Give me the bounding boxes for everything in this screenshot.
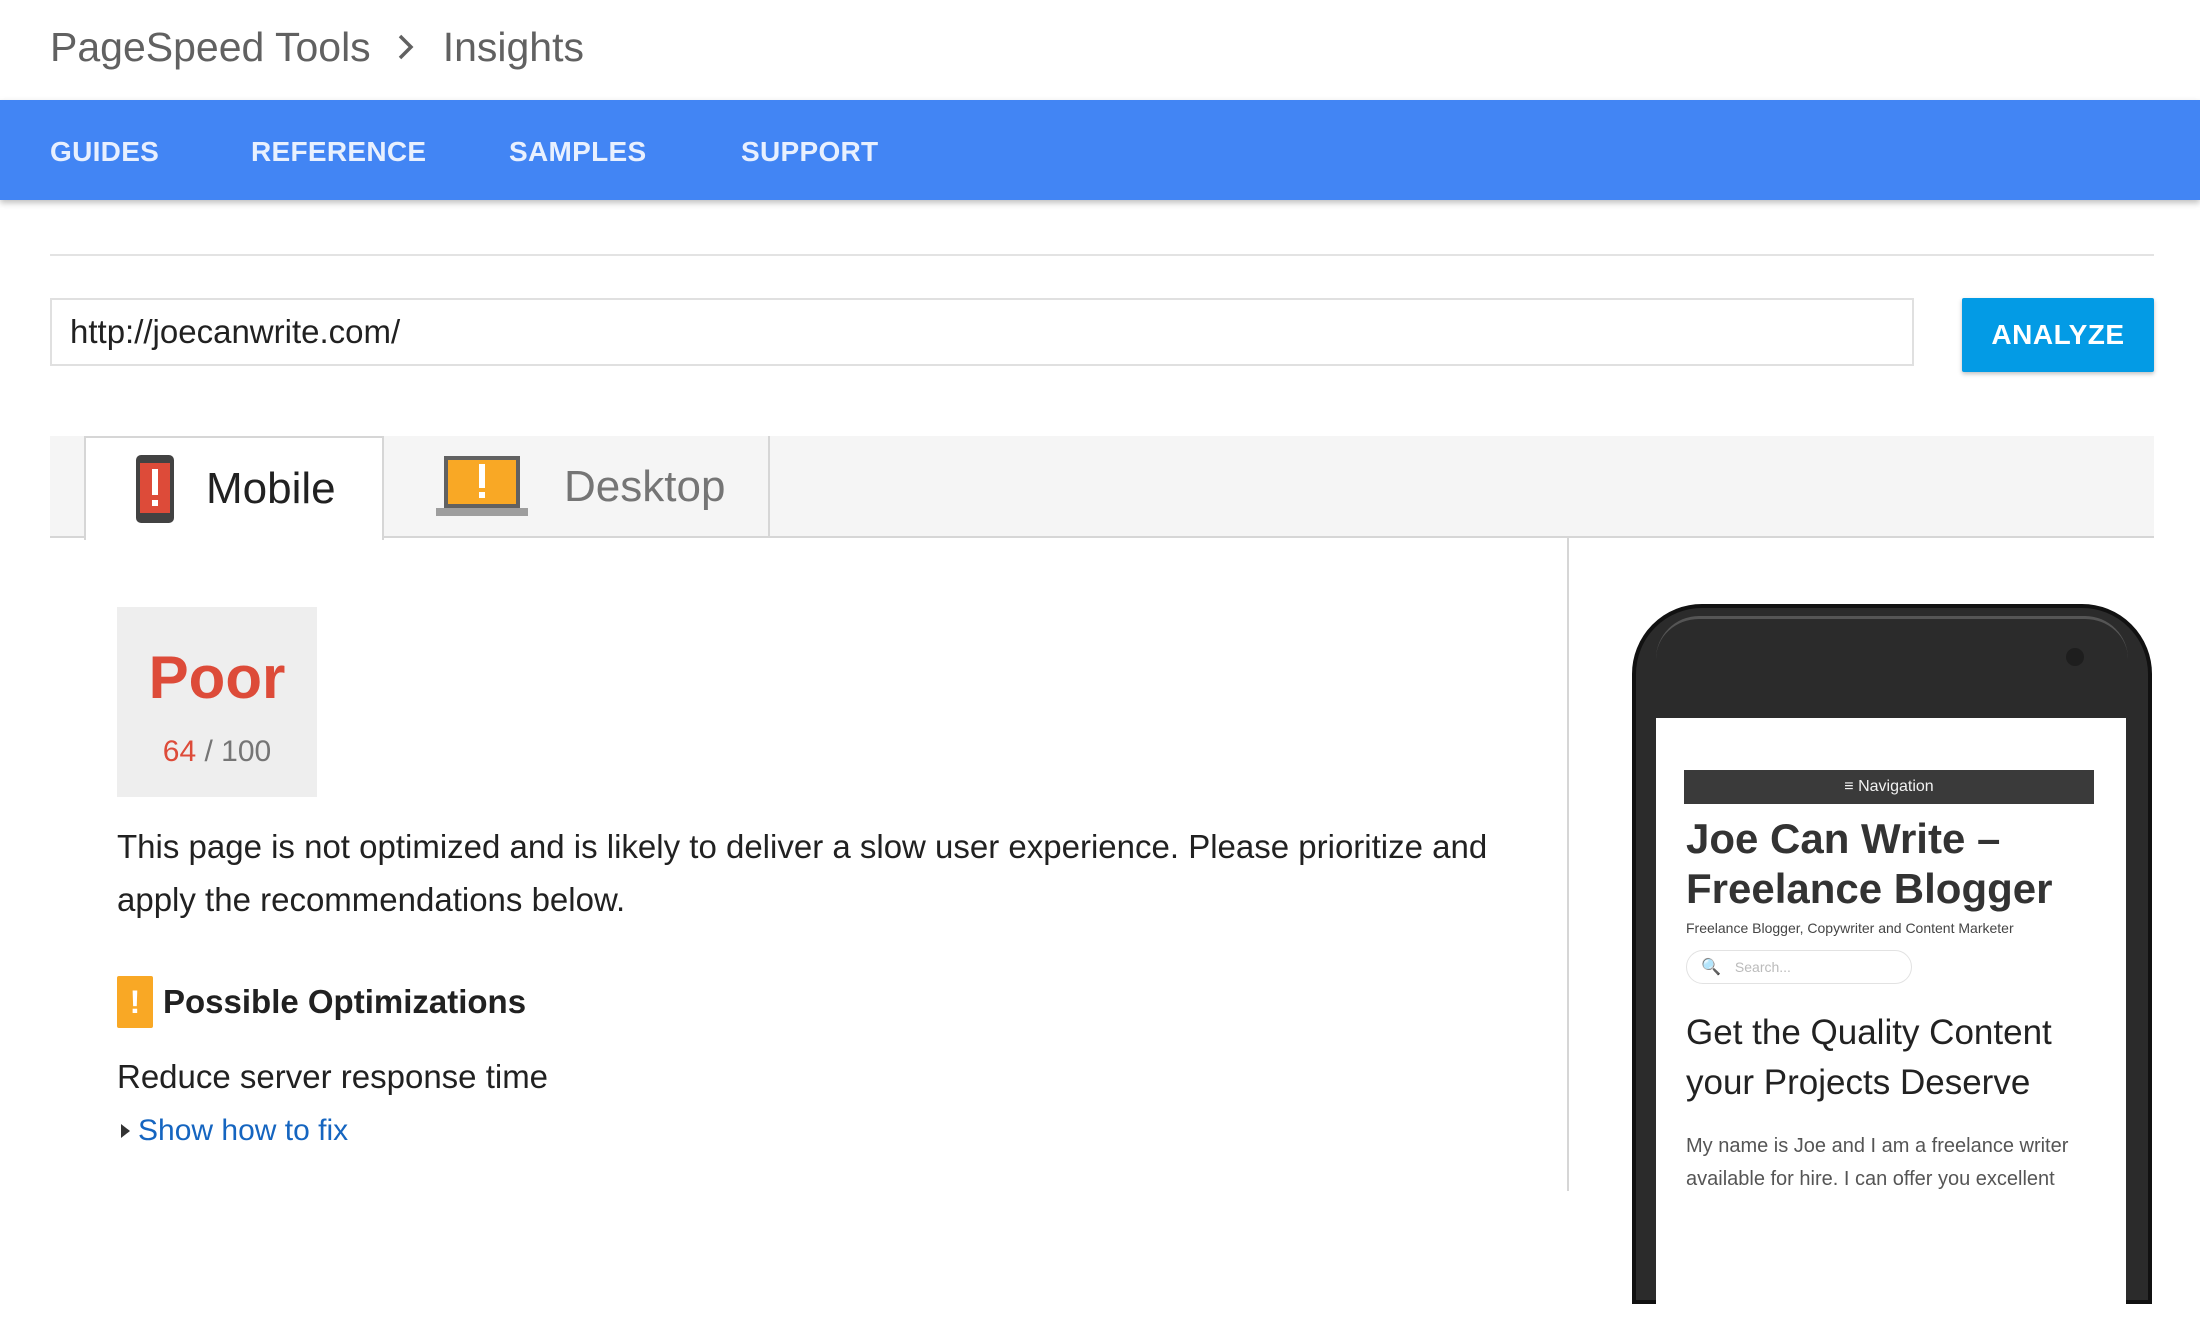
main-nav: GUIDES REFERENCE SAMPLES SUPPORT bbox=[0, 100, 2200, 200]
score-max: / 100 bbox=[204, 735, 272, 768]
chevron-right-icon bbox=[397, 24, 415, 71]
top-bar: PageSpeed Tools Insights bbox=[0, 0, 2200, 100]
tab-desktop-label: Desktop bbox=[564, 462, 726, 511]
breadcrumb-parent-link[interactable]: PageSpeed Tools bbox=[50, 24, 371, 71]
warning-icon: ! bbox=[117, 976, 153, 1028]
score-rating: Poor bbox=[148, 644, 286, 711]
nav-guides[interactable]: GUIDES bbox=[50, 136, 159, 168]
laptop-warning-icon bbox=[434, 454, 530, 520]
camera-icon bbox=[2066, 648, 2084, 666]
tab-mobile[interactable]: Mobile bbox=[84, 436, 384, 540]
optimizations-header: ! Possible Optimizations bbox=[117, 976, 526, 1028]
preview-body: My name is Joe and I am a freelance writ… bbox=[1686, 1135, 2069, 1190]
nav-support[interactable]: SUPPORT bbox=[741, 136, 878, 168]
preview-tagline: Freelance Blogger, Copywriter and Conten… bbox=[1686, 920, 2014, 936]
score-card: Poor 64 / 100 bbox=[117, 607, 317, 797]
column-divider bbox=[1567, 538, 1569, 1191]
preview-search-placeholder: Search... bbox=[1734, 959, 1791, 975]
show-how-to-fix-label: Show how to fix bbox=[138, 1114, 349, 1147]
optimization-item: Reduce server response time bbox=[117, 1058, 549, 1095]
url-input[interactable]: http://joecanwrite.com/ bbox=[50, 298, 1914, 366]
search-icon: 🔍 bbox=[1701, 959, 1721, 976]
preview-site-title: Joe Can Write – Freelance Blogger bbox=[1686, 815, 2053, 912]
show-how-to-fix-link[interactable]: Show how to fix bbox=[117, 1114, 348, 1148]
tab-mobile-label: Mobile bbox=[206, 464, 336, 513]
preview-navigation: ≡ Navigation bbox=[1684, 770, 2094, 804]
divider bbox=[50, 254, 2154, 256]
nav-reference[interactable]: REFERENCE bbox=[251, 136, 426, 168]
analyze-button[interactable]: ANALYZE bbox=[1962, 298, 2154, 372]
triangle-right-icon bbox=[121, 1124, 130, 1138]
phone-warning-icon bbox=[134, 453, 176, 525]
nav-samples[interactable]: SAMPLES bbox=[509, 136, 646, 168]
preview-screen: ≡ Navigation Joe Can Write – Freelance B… bbox=[1656, 718, 2126, 1318]
tab-desktop[interactable]: Desktop bbox=[384, 436, 770, 538]
score-number: 64 bbox=[162, 735, 197, 768]
score-description: This page is not optimized and is likely… bbox=[117, 828, 1488, 918]
breadcrumb-current: Insights bbox=[442, 24, 584, 70]
phone-preview: ≡ Navigation Joe Can Write – Freelance B… bbox=[1632, 604, 2152, 1318]
breadcrumb: PageSpeed Tools Insights bbox=[50, 24, 584, 71]
optimizations-title: Possible Optimizations bbox=[163, 983, 527, 1020]
score-value: 64 / 100 bbox=[117, 735, 317, 769]
preview-search: 🔍 Search... bbox=[1686, 950, 1912, 984]
preview-heading: Get the Quality Content your Projects De… bbox=[1686, 1013, 2052, 1102]
